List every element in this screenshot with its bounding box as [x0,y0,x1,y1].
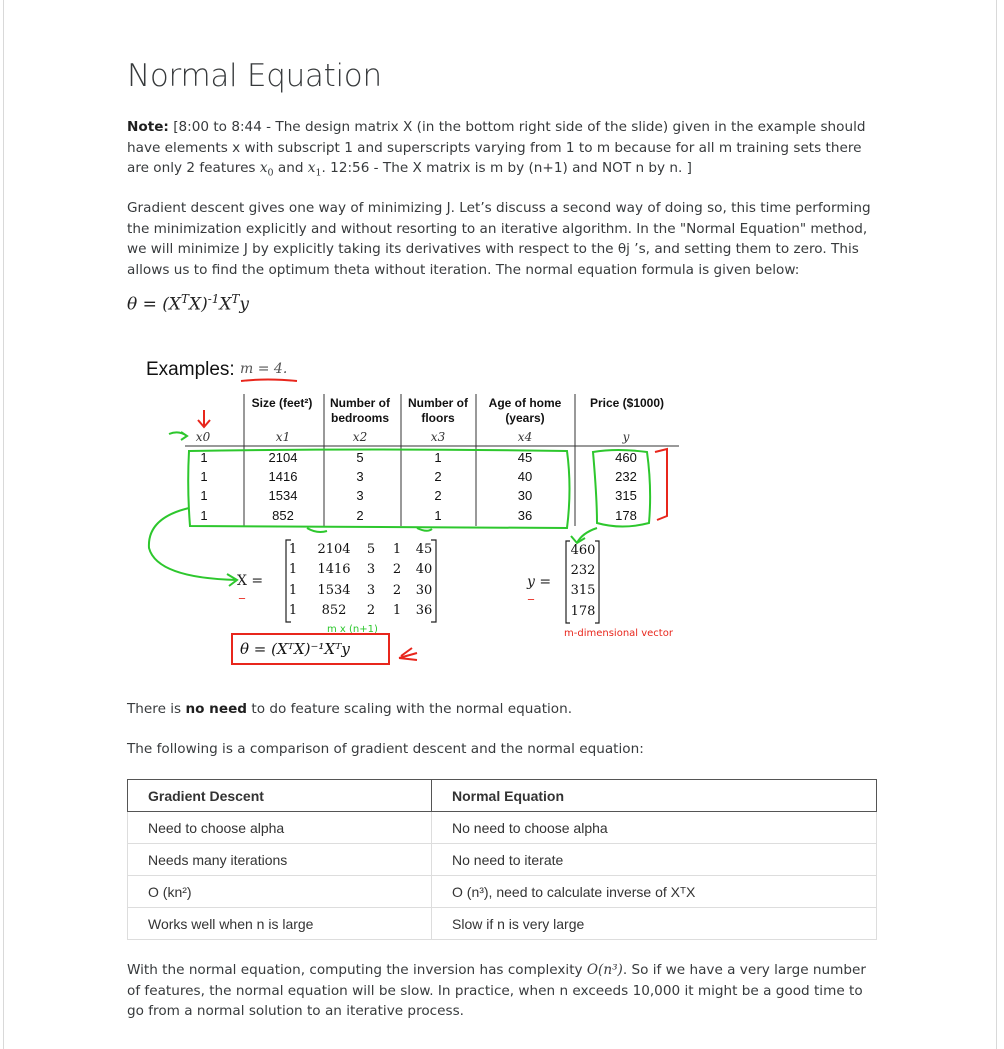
table-row: Works well when n is large Slow if n is … [127,907,877,940]
cell-r1-c1: 2104 [269,450,298,465]
cell-r4-c1: 852 [272,508,294,523]
cell-r1-c5: 460 [615,450,637,465]
cell-r2-c3: 2 [434,469,441,484]
svg-text:40: 40 [416,562,433,577]
cell-r1-c0: 1 [200,450,207,465]
svg-text:1416: 1416 [317,562,350,577]
cell-r3-c5: 315 [615,488,637,503]
normal-equation-formula: θ = (XTX)-1XTy [127,292,249,315]
cell-r1-c3: 1 [434,450,441,465]
svg-text:_: _ [527,586,535,600]
note-text-2: . 12:56 - The X matrix is m by (n+1) and… [321,160,692,176]
svg-text:1: 1 [393,542,401,557]
header-bedrooms-1: Number of [330,396,391,410]
header-bedrooms-2: bedrooms [331,411,389,425]
examples-label: Examples: [146,359,235,380]
m-underline-annotation [240,378,298,382]
svg-text:36: 36 [416,603,433,618]
var-x4: x4 [518,430,532,444]
svg-text:2104: 2104 [317,542,350,557]
header-gradient-descent: Gradient Descent [127,779,432,812]
var-x3: x3 [431,430,446,444]
table-row: Needs many iterations No need to iterate [127,843,877,876]
no-need-paragraph: There is no need to do feature scaling w… [127,701,573,717]
cell-r4-c3: 1 [434,508,441,523]
note-and: and [273,160,308,176]
header-age-1: Age of home [489,396,562,410]
svg-text:2: 2 [367,603,375,618]
svg-text:1: 1 [289,603,297,618]
svg-text:45: 45 [416,542,433,557]
x1-symbol: x1 [307,160,322,179]
note-paragraph: Note: [8:00 to 8:44 - The design matrix … [127,117,879,184]
cell-r3-c2: 3 [356,488,363,503]
note-label: Note: [127,119,169,135]
m-label: m = 4. [240,361,287,377]
table-row: Need to choose alpha No need to choose a… [127,811,877,844]
header-normal-equation: Normal Equation [431,779,877,812]
cell-r2-c5: 232 [615,469,637,484]
svg-text:1: 1 [289,583,297,598]
comparison-intro: The following is a comparison of gradien… [127,741,644,757]
svg-text:2: 2 [393,562,401,577]
matrix-x: 1 2104 5 1 45 1 1416 3 2 40 1 1534 3 2 3… [289,542,432,618]
var-y: y [622,430,630,444]
svg-text:460: 460 [571,543,596,558]
header-floors-2: floors [421,411,455,425]
cell-r2-c0: 1 [200,469,207,484]
lecture-slide-figure: Examples: m = 4. Size (feet²) Number of … [146,359,679,665]
svg-text:5: 5 [367,542,375,557]
cell-r2-c2: 3 [356,469,363,484]
intro-paragraph: Gradient descent gives one way of minimi… [127,200,871,278]
cell-r3-c1: 1534 [269,488,298,503]
svg-text:1534: 1534 [317,583,350,598]
header-price: Price ($1000) [590,396,664,410]
matrix-x-brackets [285,539,437,623]
cell-r4-c5: 178 [615,508,637,523]
table-row: O (kn²) O (n³), need to calculate invers… [127,875,877,908]
cell-r1-c4: 45 [518,450,532,465]
svg-text:30: 30 [416,583,433,598]
svg-text:1: 1 [393,603,401,618]
var-x2: x2 [353,430,367,444]
cell-r2-c1: 1416 [269,469,298,484]
svg-text:232: 232 [571,563,596,578]
closing-paragraph: With the normal equation, computing the … [127,962,866,1019]
svg-text:3: 3 [367,583,375,598]
svg-text:2: 2 [393,583,401,598]
vector-y: 460 232 315 178 [571,543,596,619]
cell-r4-c2: 2 [356,508,363,523]
svg-text:852: 852 [322,603,347,618]
svg-text:3: 3 [367,562,375,577]
cell-r3-c0: 1 [200,488,207,503]
var-x1: x1 [276,430,290,444]
svg-text:1: 1 [289,542,297,557]
svg-text:1: 1 [289,562,297,577]
header-floors-1: Number of [408,396,469,410]
cell-r4-c0: 1 [200,508,207,523]
cell-r2-c4: 40 [518,469,532,484]
page-title: Normal Equation [127,58,382,94]
header-age-2: (years) [505,411,544,425]
header-size: Size (feet²) [252,396,313,410]
cell-r1-c2: 5 [356,450,363,465]
boxed-formula: θ = (XᵀX)⁻¹Xᵀy [240,640,350,658]
comparison-header-row: Gradient Descent Normal Equation [127,779,877,812]
x0-symbol: x0 [259,160,274,179]
vector-note: m-dimensional vector [564,628,674,639]
svg-text:178: 178 [571,604,596,619]
var-x0: x0 [196,430,211,444]
svg-text:_: _ [238,585,246,599]
cell-r3-c3: 2 [434,488,441,503]
cell-r3-c4: 30 [518,488,532,503]
svg-text:315: 315 [571,583,596,598]
cell-r4-c4: 36 [518,508,532,523]
comparison-table: Gradient Descent Normal Equation Need to… [127,779,877,940]
